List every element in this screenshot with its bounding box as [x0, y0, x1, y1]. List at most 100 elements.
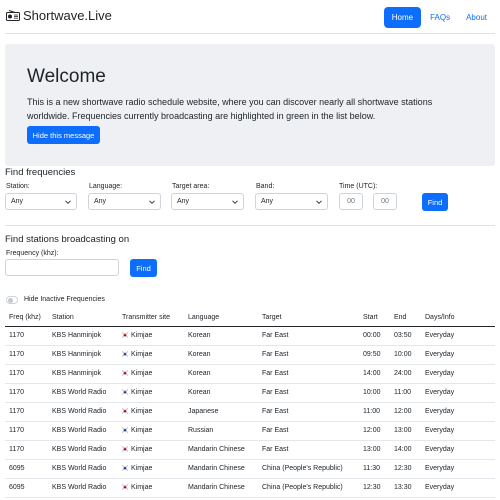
cell-language: Mandarin Chinese — [188, 484, 245, 491]
cell-language: Korean — [188, 389, 211, 396]
table-row: 1170 KBS Hanminjok Kimjae Korean Far East 00:… — [5, 327, 495, 346]
transmitter-site-text: Kimjae — [131, 389, 153, 396]
cell-target: Far East — [262, 370, 289, 377]
cell-days: Everyday — [425, 427, 455, 434]
table-body: 1170 KBS Hanminjok Kimjae Korean Far East 00:… — [5, 327, 495, 498]
cell-start: 12:00 — [363, 427, 381, 434]
table-row: 6095 KBS World Radio Kimjae Mandarin Chines… — [5, 460, 495, 479]
cell-station: KBS Hanminjok — [52, 370, 102, 377]
cell-freq: 1170 — [9, 389, 25, 396]
cell-start: 10:00 — [363, 389, 381, 396]
cell-target: Far East — [262, 446, 289, 453]
cell-days: Everyday — [425, 370, 455, 377]
language-label: Language: — [89, 183, 123, 190]
transmitter-site-text: Kimjae — [131, 332, 153, 339]
cell-days: Everyday — [425, 389, 455, 396]
south-korea-flag-icon — [122, 389, 128, 395]
band-label: Band: — [256, 183, 275, 190]
header-days[interactable]: Days/Info — [425, 314, 455, 321]
cell-end: 12:30 — [394, 465, 412, 472]
cell-station: KBS World Radio — [52, 465, 107, 472]
cell-transmitter: Kimjae — [122, 427, 152, 434]
nav-faqs-link[interactable]: FAQs — [423, 7, 457, 28]
cell-target: Far East — [262, 332, 289, 339]
header-transmitter[interactable]: Transmitter site — [122, 314, 170, 321]
cell-station: KBS Hanminjok — [52, 351, 102, 358]
cell-freq: 1170 — [9, 332, 25, 339]
transmitter-site-text: Kimjae — [131, 351, 153, 358]
welcome-panel: Welcome This is a new shortwave radio sc… — [5, 44, 495, 166]
cell-target: Far East — [262, 389, 289, 396]
nav-about-link[interactable]: About — [459, 7, 494, 28]
cell-station: KBS Hanminjok — [52, 332, 102, 339]
cell-freq: 1170 — [9, 427, 25, 434]
brand[interactable]: Shortwave.Live — [6, 8, 112, 23]
table-row: 1170 KBS World Radio Kimjae Korean Far East 1… — [5, 384, 495, 403]
cell-language: Korean — [188, 370, 211, 377]
cell-transmitter: Kimjae — [122, 465, 152, 472]
station-select-value: Any — [11, 198, 24, 205]
table-row: 1170 KBS Hanminjok Kimjae Korean Far East 14:… — [5, 365, 495, 384]
south-korea-flag-icon — [122, 446, 128, 452]
minute-input[interactable]: 00 — [373, 193, 397, 210]
cell-end: 10:00 — [394, 351, 412, 358]
south-korea-flag-icon — [122, 332, 128, 338]
welcome-title: Welcome — [27, 66, 106, 87]
cell-station: KBS World Radio — [52, 446, 107, 453]
minute-placeholder: 00 — [381, 198, 389, 205]
table-row: 1170 KBS World Radio Kimjae Russian Far East… — [5, 422, 495, 441]
south-korea-flag-icon — [122, 465, 128, 471]
cell-transmitter: Kimjae — [122, 351, 152, 358]
header-start[interactable]: Start — [363, 314, 378, 321]
language-select-value: Any — [94, 198, 107, 205]
cell-language: Japanese — [188, 408, 219, 415]
cell-freq: 1170 — [9, 446, 25, 453]
south-korea-flag-icon — [122, 484, 128, 490]
hour-input[interactable]: 00 — [339, 193, 363, 210]
find-stations-button[interactable]: Find — [130, 259, 157, 277]
header-target[interactable]: Target — [262, 314, 281, 321]
header-end[interactable]: End — [394, 314, 406, 321]
cell-days: Everyday — [425, 408, 455, 415]
frequency-input[interactable] — [5, 259, 119, 276]
toggle-knob — [8, 298, 13, 303]
hide-message-button[interactable]: Hide this message — [27, 126, 100, 144]
south-korea-flag-icon — [122, 427, 128, 433]
nav-home-link[interactable]: Home — [383, 7, 422, 28]
cell-start: 13:00 — [363, 446, 381, 453]
header-language[interactable]: Language — [188, 314, 219, 321]
cell-transmitter: Kimjae — [122, 408, 152, 415]
cell-target: China (People's Republic) — [262, 484, 343, 491]
chevron-down-icon — [149, 200, 155, 205]
cell-language: Mandarin Chinese — [188, 465, 245, 472]
cell-freq: 6095 — [9, 465, 25, 472]
section-divider — [5, 225, 495, 226]
cell-transmitter: Kimjae — [122, 370, 152, 377]
cell-target: China (People's Republic) — [262, 465, 343, 472]
cell-station: KBS World Radio — [52, 484, 107, 491]
station-label: Station: — [6, 183, 30, 190]
chevron-down-icon — [316, 200, 322, 205]
navbar: Shortwave.Live Home FAQs About — [0, 0, 500, 34]
header-freq[interactable]: Freq (khz) — [9, 314, 41, 321]
cell-transmitter: Kimjae — [122, 332, 152, 339]
south-korea-flag-icon — [122, 408, 128, 414]
hide-inactive-toggle[interactable] — [6, 296, 18, 304]
band-select[interactable]: Any — [255, 193, 328, 210]
find-stations-title: Find stations broadcasting on — [5, 234, 130, 245]
cell-end: 11:00 — [394, 389, 411, 396]
table-row: 1170 KBS World Radio Kimjae Mandarin Chines… — [5, 441, 495, 460]
language-select[interactable]: Any — [88, 193, 161, 210]
header-station[interactable]: Station — [52, 314, 74, 321]
table-row: 1170 KBS World Radio Kimjae Japanese Far Eas… — [5, 403, 495, 422]
band-select-value: Any — [261, 198, 274, 205]
find-frequencies-button[interactable]: Find — [422, 193, 448, 211]
cell-station: KBS World Radio — [52, 408, 107, 415]
station-select[interactable]: Any — [5, 193, 77, 210]
cell-days: Everyday — [425, 484, 455, 491]
cell-transmitter: Kimjae — [122, 446, 152, 453]
cell-start: 11:30 — [363, 465, 380, 472]
find-frequencies-title: Find frequencies — [5, 167, 76, 178]
cell-days: Everyday — [425, 465, 455, 472]
target-area-select[interactable]: Any — [171, 193, 244, 210]
